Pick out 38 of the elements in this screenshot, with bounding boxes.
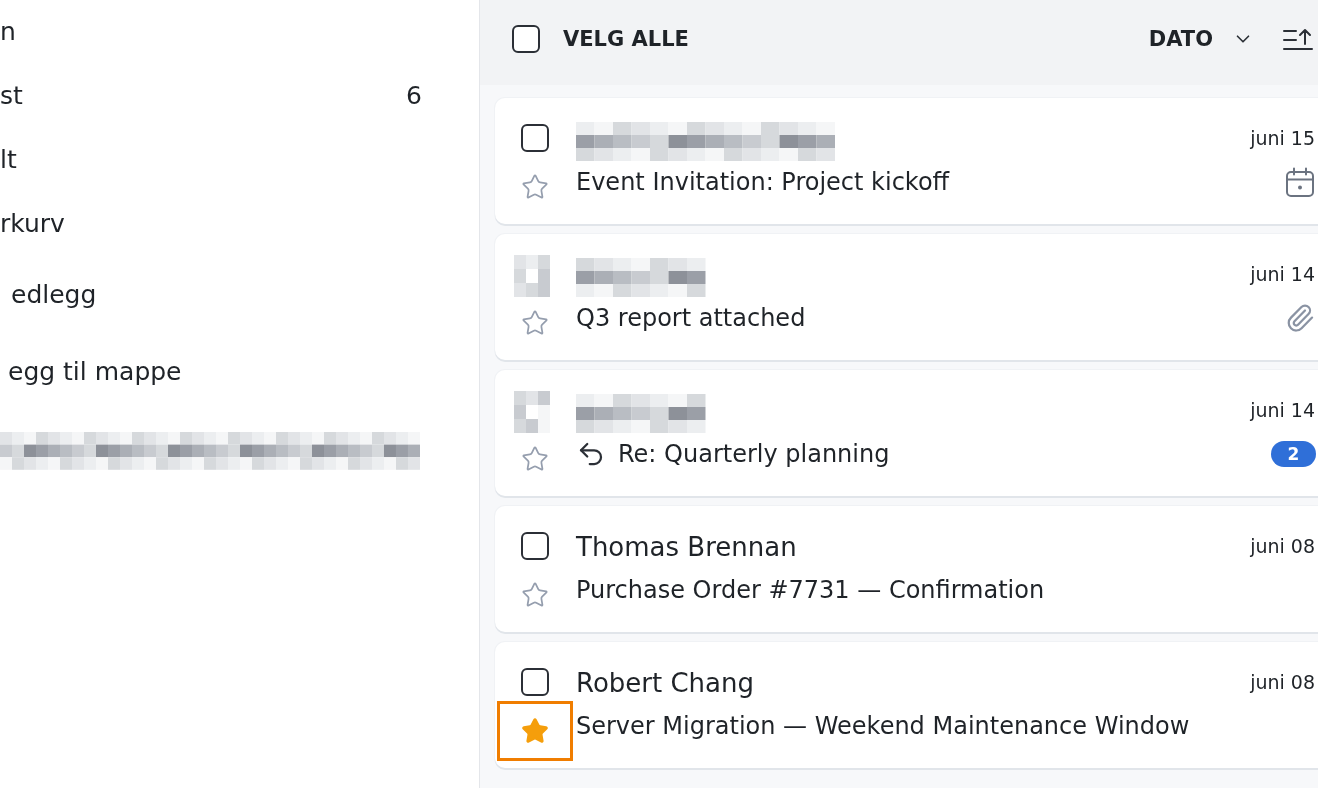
filter-link[interactable]: edlegg [11,280,97,310]
subject-text: Q3 report attached [576,303,806,333]
message-checkbox[interactable] [521,668,549,696]
subject-text: Event Invitation: Project kickoff [576,167,950,197]
subject-text: Server Migration — Weekend Maintenance Window [576,711,1190,741]
calendar-icon [1285,166,1315,198]
message-card[interactable]: juni 14 Q3 report attached [495,234,1318,360]
message-card[interactable]: Robert Chang juni 08 Server Migration — Weekend Maintenance Window [495,642,1318,768]
subject-text: Purchase Order #7731 — Confirmation [576,575,1045,605]
sort-order-button[interactable] [1283,27,1313,51]
sort-ascending-icon [1283,27,1313,51]
folder-link[interactable]: rkurv [0,209,65,239]
unread-count: 6 [406,81,422,111]
paperclip-icon [1285,303,1315,333]
thread-count-badge: 2 [1271,441,1316,467]
message-card[interactable]: juni 15 Event Invitation: Project kickoff [495,98,1318,224]
subject-text: Re: Quarterly planning [618,439,890,469]
sender-name: Robert Chang [576,667,754,699]
star-button[interactable] [497,701,573,761]
message-date: juni 14 [1250,263,1315,285]
folder-link[interactable]: lt [0,145,17,175]
message-date: juni 08 [1250,671,1315,693]
message-date: juni 08 [1250,535,1315,557]
sort-field-dropdown[interactable]: DATO [1148,27,1254,51]
message-card[interactable]: juni 14 Re: Quarterly planning 2 [495,370,1318,496]
select-all-checkbox[interactable] [512,25,540,53]
add-folder-link[interactable]: egg til mappe [8,357,182,387]
sender-name: Thomas Brennan [576,531,797,563]
message-checkbox[interactable] [521,532,549,560]
pixelated-avatar [514,391,550,433]
folder-link[interactable]: st [0,81,23,111]
folder-link[interactable]: n [0,17,16,47]
pixelated-avatar [514,255,550,297]
message-card[interactable]: Thomas Brennan juni 08 Purchase Order #7731 — Confirmation [495,506,1318,632]
message-date: juni 14 [1250,399,1315,421]
select-all-label[interactable]: VELG ALLE [563,27,689,51]
message-checkbox[interactable] [521,124,549,152]
message-date: juni 15 [1250,127,1315,149]
